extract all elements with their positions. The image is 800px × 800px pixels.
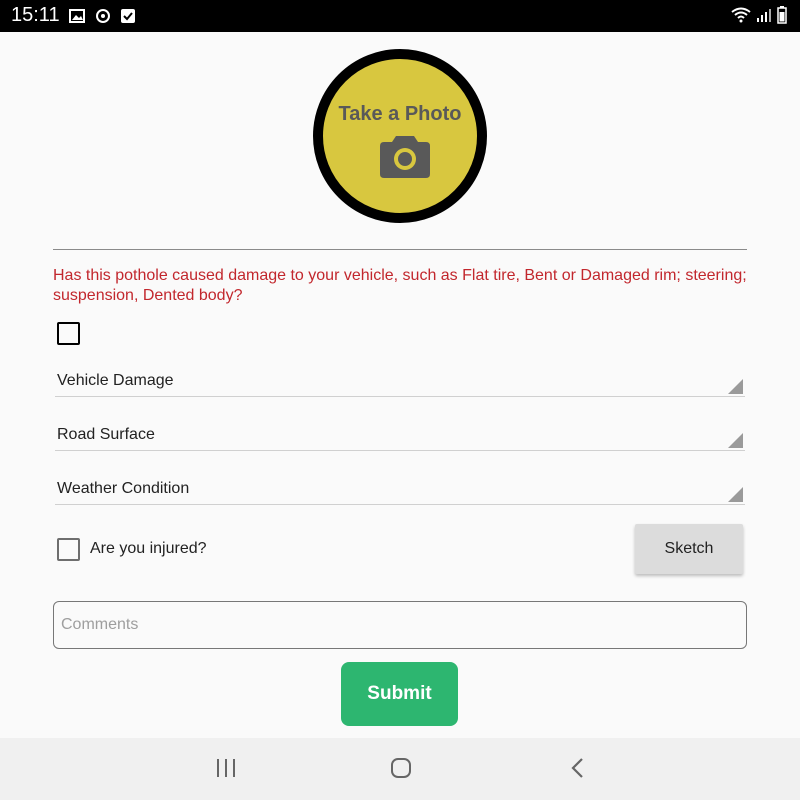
sync-icon: [94, 8, 112, 29]
dropdown-arrow-icon: [728, 433, 743, 448]
road-surface-spinner[interactable]: Road Surface: [55, 422, 745, 451]
comments-input[interactable]: [53, 601, 747, 649]
vehicle-damage-checkbox[interactable]: [57, 322, 80, 345]
damage-question: Has this pothole caused damage to your v…: [53, 267, 747, 304]
status-bar: 15:11: [0, 0, 800, 32]
wifi-icon: [731, 7, 751, 28]
weather-condition-spinner-label: Weather Condition: [57, 480, 190, 497]
camera-icon: [380, 132, 430, 183]
submit-button[interactable]: Submit: [341, 662, 458, 726]
dropdown-arrow-icon: [728, 487, 743, 502]
weather-condition-spinner[interactable]: Weather Condition: [55, 476, 745, 505]
navigation-bar: [0, 738, 800, 800]
injured-label: Are you injured?: [90, 540, 207, 557]
image-icon: [69, 8, 85, 29]
sketch-button[interactable]: Sketch: [635, 524, 743, 574]
checklist-icon: [120, 8, 136, 29]
take-photo-label: Take a Photo: [338, 103, 462, 125]
road-surface-spinner-label: Road Surface: [57, 426, 155, 443]
vehicle-damage-spinner-label: Vehicle Damage: [57, 372, 174, 389]
injured-checkbox[interactable]: [57, 538, 80, 561]
signal-icon: [756, 7, 772, 28]
back-icon[interactable]: [567, 757, 589, 784]
divider: [53, 249, 747, 250]
dropdown-arrow-icon: [728, 379, 743, 394]
battery-icon: [777, 6, 787, 29]
take-photo-button[interactable]: Take a Photo: [313, 49, 487, 223]
vehicle-damage-spinner[interactable]: Vehicle Damage: [55, 368, 745, 397]
recent-apps-icon[interactable]: [215, 757, 237, 784]
home-icon[interactable]: [390, 757, 412, 784]
status-time: 15:11: [11, 4, 60, 26]
